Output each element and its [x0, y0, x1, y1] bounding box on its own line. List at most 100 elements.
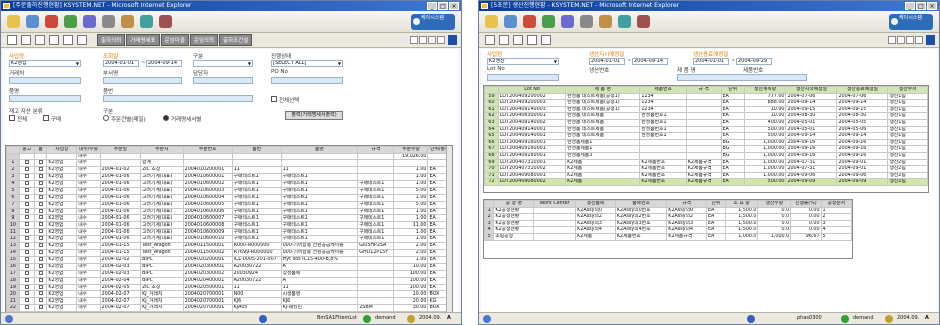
lot-grid-row[interactable]: 63 LOT200409140002 완성품 테스트제품 완성품번호1 EA 400.00…: [484, 118, 928, 127]
print-doc-icon[interactable]: [527, 35, 537, 45]
row-checkbox[interactable]: [24, 236, 29, 241]
search-icon[interactable]: [21, 35, 31, 45]
row-checkbox[interactable]: [38, 174, 43, 178]
edit-icon[interactable]: [77, 35, 87, 45]
tools-icon[interactable]: [140, 15, 153, 28]
process-grid-row[interactable]: 2 K2공정현황 K2Assy의2 K2Assy의2번호 K2Assy의2 EA 1,500…: [484, 213, 852, 221]
row-checkbox[interactable]: [38, 271, 43, 275]
row-checkbox[interactable]: [24, 264, 29, 268]
mail-icon[interactable]: [599, 15, 612, 28]
lot-grid-row[interactable]: 62 LOT200408300001 완성품 테스트제품 완성품번호1 EA 10.00 2…: [484, 112, 928, 120]
lot-grid-row[interactable]: 64 LOT200409140001 완성품 테스트제품 완성품번호1 EA 500.00…: [484, 125, 928, 134]
new-doc-icon[interactable]: [7, 35, 17, 45]
process-grid-header-cell[interactable]: Work Center: [533, 200, 577, 208]
row-checkbox[interactable]: [24, 202, 29, 206]
left-grid-row[interactable]: 22 K2영업 내수 2004-02-07 KJ_거래처 2004020700001 KJA…: [6, 304, 452, 312]
goods-checkbox[interactable]: [43, 115, 49, 121]
row-checkbox[interactable]: [24, 160, 29, 165]
lot-grid-row[interactable]: 69 LOT200407310001 K2제품 K2제품번호 K2제품규격 EA 1,000…: [484, 158, 928, 167]
left-grid-row[interactable]: 1 K2영업 내수 합계: [6, 159, 452, 168]
row-checkbox[interactable]: [24, 215, 29, 220]
tab-freight-request[interactable]: 운임의뢰: [189, 34, 219, 46]
row-checkbox[interactable]: [24, 195, 29, 199]
row-checkbox[interactable]: [38, 305, 43, 310]
print-invoice-button[interactable]: 출력(거래명세서출력): [285, 111, 343, 120]
left-grid-row[interactable]: 2 K2영업 내수 2004-01-02 2IC 초창 2004010200001 11 11…: [6, 166, 452, 174]
maximize-button[interactable]: □: [916, 2, 926, 10]
lot-field[interactable]: [487, 74, 559, 81]
left-grid-header-cell[interactable]: 주문수량: [393, 146, 429, 154]
po-field[interactable]: [271, 77, 343, 84]
process-grid-header-cell[interactable]: 단위: [706, 200, 726, 208]
tools-icon[interactable]: [618, 15, 631, 28]
lot-grid-row[interactable]: 66 LOT200409160001 완성품제품1 BG 1,000.00 2004-09…: [484, 138, 928, 147]
process-grid-header-cell[interactable]: 공정순서: [820, 200, 852, 208]
lot-grid-header-cell[interactable]: Lot No: [497, 86, 567, 94]
process-grid-row[interactable]: 3 K2공정현황 K2Assy의3 K2Assy의3번호 K2Assy의3 EA 1,500…: [484, 219, 852, 228]
process-grid-header-cell[interactable]: 규격: [666, 200, 708, 208]
type-select[interactable]: [193, 60, 253, 67]
left-grid-row[interactable]: 7 K2영업 내수 2004-01-06 고려기계(대표) 2004010600005 구매…: [6, 200, 452, 209]
left-grid-row[interactable]: 19 K2영업 내수 2004-02-05 2IC 초창 2004020500001 11 1…: [6, 283, 452, 292]
prev-page-icon[interactable]: [419, 36, 427, 44]
row-checkbox[interactable]: [38, 222, 43, 227]
lot-grid-row[interactable]: 68 LOT200409160001 완성품제품3 BG 1,000.00 2004-09…: [484, 151, 928, 160]
row-checkbox[interactable]: [38, 229, 43, 234]
row-checkbox[interactable]: [24, 243, 29, 248]
left-grid-row[interactable]: 20 K2영업 내수 2004-02-07 KJ_거래처 2004020700001 N00…: [6, 290, 452, 299]
row-checkbox[interactable]: [38, 188, 43, 192]
print-doc-icon[interactable]: [49, 35, 59, 45]
lot-grid-header-cell[interactable]: 제품번호: [639, 86, 687, 94]
process-grid-row[interactable]: 5 조립공정 K2제품 K2제품번호 K2제품규격 EA 1,000.0 1,000.0 96.…: [484, 232, 852, 241]
left-grid-row[interactable]: 10 K2영업 내수 2004-01-06 고려기계(대표) 2004010600008 구…: [6, 221, 452, 230]
help-icon[interactable]: [448, 35, 457, 45]
lot-grid-header-cell[interactable]: 제 품 명: [565, 86, 641, 94]
left-grid-row[interactable]: 11 K2영업 내수 2004-01-06 고려기계(대표) 2004010600009 구…: [6, 228, 452, 237]
first-page-icon[interactable]: [888, 36, 896, 44]
print-icon[interactable]: [102, 15, 115, 28]
save-doc-icon[interactable]: [35, 35, 45, 45]
tab-shipping-condition[interactable]: 출하조건설: [219, 34, 253, 46]
row-checkbox[interactable]: [24, 257, 29, 261]
left-grid-row[interactable]: 9 K2영업 내수 2004-01-06 고려기계(대표) 2004010600007 구매…: [6, 214, 452, 223]
date-to-field[interactable]: 2004-09-14: [146, 60, 182, 67]
process-grid-header-cell[interactable]: 공 정 명: [493, 200, 535, 208]
left-grid-header-cell[interactable]: 내수/수출: [76, 146, 101, 154]
lot-grid-header-cell[interactable]: 생산부서: [887, 86, 928, 94]
progress-select[interactable]: [SELECT ALL]: [271, 60, 343, 67]
lot-grid-row[interactable]: 71 LOT200409080001 K2제품 K2제품번호 K2제품규격 EA 1,000…: [484, 171, 928, 180]
first-page-icon[interactable]: [410, 36, 418, 44]
lot-grid-header-cell[interactable]: 규 격: [685, 86, 722, 94]
row-checkbox[interactable]: [38, 195, 43, 199]
left-grid-row[interactable]: 13 K2영업 내수 2004-01-15 Test_Afagon 20040115000…: [6, 242, 452, 250]
row-checkbox[interactable]: [24, 188, 29, 192]
lot-grid-header-cell[interactable]: 단위: [720, 86, 745, 94]
row-checkbox[interactable]: [24, 250, 29, 254]
end-to-field[interactable]: 2004-09-29: [736, 58, 772, 65]
end-from-field[interactable]: 2004-01-01: [693, 58, 729, 65]
lot-grid-row[interactable]: 65 LOT200409140001 완성품 테스트제품 완성품번호1 EA 500.00…: [484, 132, 928, 140]
left-grid-scrollbar[interactable]: [446, 146, 452, 312]
search-icon[interactable]: [499, 35, 509, 45]
left-grid-row[interactable]: 내수 19,026.00: [6, 152, 452, 161]
close-button[interactable]: ×: [927, 2, 937, 10]
process-grid-header-cell[interactable]: 진행율(%): [790, 200, 822, 208]
tab-shipping-request[interactable]: 출하의뢰: [97, 34, 126, 46]
row-checkbox[interactable]: [38, 264, 43, 268]
tab-invoice[interactable]: 거래명세표: [126, 34, 160, 46]
lot-grid-row[interactable]: 59 LOT200409200002 완성품 테스트제품(공정1) 1234 EA 777…: [484, 92, 928, 101]
save-doc-icon[interactable]: [513, 35, 523, 45]
row-checkbox[interactable]: [38, 291, 43, 296]
left-grid-header-cell[interactable]: 규격: [357, 146, 395, 154]
process-grid-header-cell[interactable]: 생산품목: [575, 200, 616, 208]
next-page-icon[interactable]: [906, 36, 914, 44]
radio-invoice[interactable]: [163, 115, 169, 121]
row-checkbox[interactable]: [38, 202, 43, 206]
minimize-button[interactable]: _: [427, 2, 437, 10]
row-checkbox[interactable]: [24, 284, 29, 289]
help-icon[interactable]: [926, 35, 935, 45]
row-checkbox[interactable]: [24, 167, 29, 172]
left-grid-row[interactable]: 18 K2영업 내수 2004-02-04 BIPC 2004020400001 A2003…: [6, 276, 452, 285]
row-checkbox[interactable]: [38, 250, 43, 254]
close-button[interactable]: ×: [449, 2, 459, 10]
